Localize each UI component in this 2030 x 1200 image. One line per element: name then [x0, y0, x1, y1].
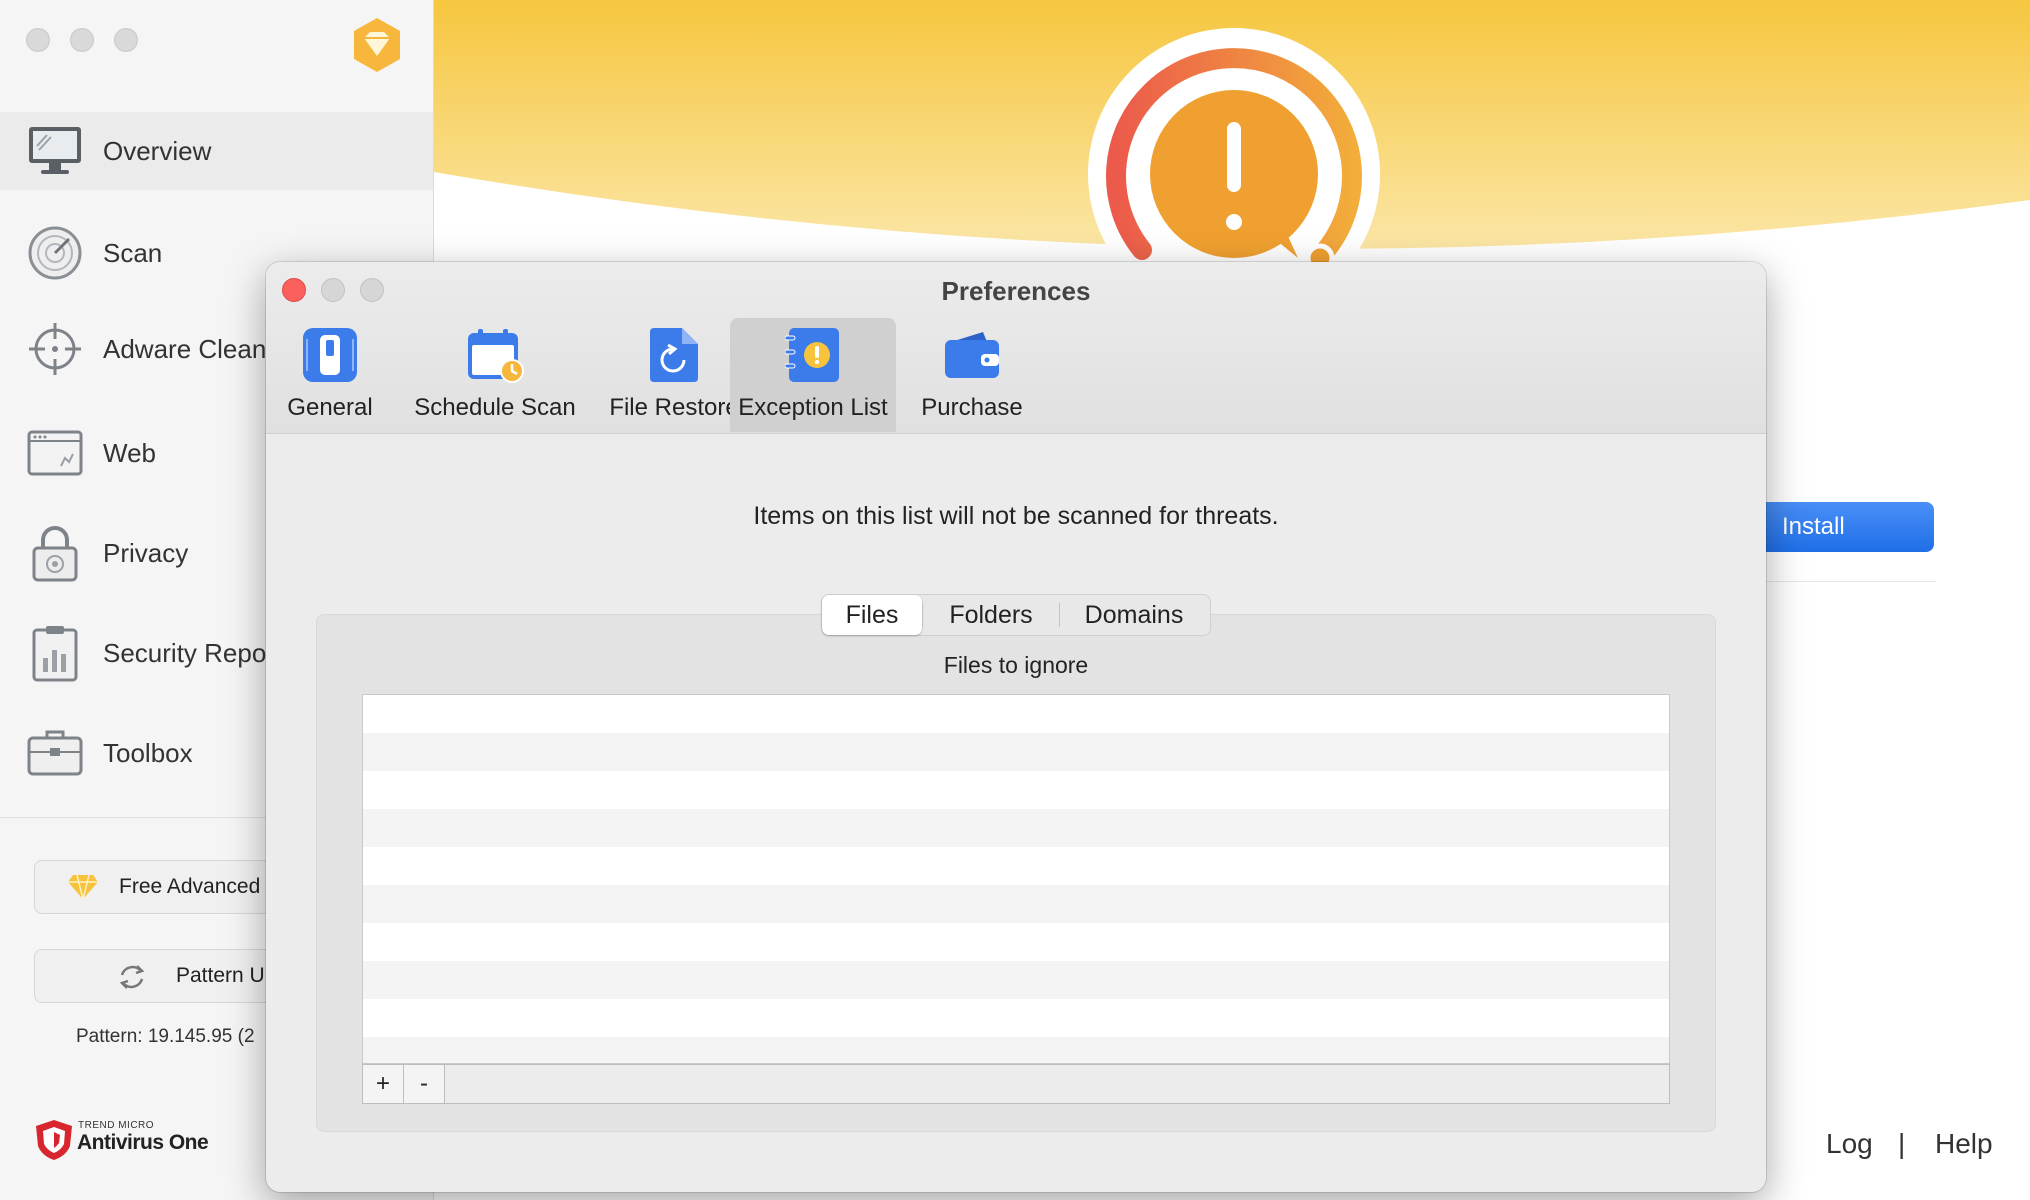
preferences-title: Preferences: [941, 276, 1091, 306]
list-row: [363, 999, 1669, 1037]
sidebar-item-label: Toolbox: [103, 737, 193, 768]
list-control-bar: + -: [362, 1064, 1670, 1104]
preferences-window: Preferences General Schedule Scan File R…: [266, 262, 1766, 1192]
pattern-update-label: Pattern U: [176, 964, 265, 987]
diamond-icon: [67, 873, 99, 907]
list-row: [363, 733, 1669, 771]
list-heading: Files to ignore: [943, 652, 1089, 678]
trend-micro-shield-icon: [34, 1118, 74, 1167]
content-divider: [1760, 581, 1936, 582]
add-item-button[interactable]: +: [363, 1065, 404, 1103]
sidebar-item-label: Security Repo: [103, 637, 267, 668]
exception-description: Items on this list will not be scanned f…: [753, 502, 1279, 530]
switch-icon: [301, 326, 359, 384]
tab-label: Exception List: [738, 394, 888, 421]
tab-schedule-scan[interactable]: Schedule Scan: [392, 318, 598, 432]
window-zoom-button[interactable]: [114, 28, 138, 52]
pattern-version-text: Pattern: 19.145.95 (2: [76, 1026, 255, 1047]
remove-item-button[interactable]: -: [404, 1065, 445, 1103]
sidebar-item-label: Privacy: [103, 537, 189, 568]
list-row: [363, 885, 1669, 923]
list-row: [363, 961, 1669, 999]
window-minimize-button[interactable]: [70, 28, 94, 52]
sidebar-item-overview[interactable]: Overview: [0, 112, 433, 190]
help-link[interactable]: Help: [1935, 1128, 1993, 1160]
lock-icon: [26, 524, 84, 582]
sidebar-item-label: Web: [103, 437, 156, 468]
tab-label: Purchase: [921, 394, 1023, 421]
segment-domains[interactable]: Domains: [1060, 595, 1208, 635]
list-row: [363, 1037, 1669, 1063]
toolbox-icon: [26, 724, 84, 782]
restore-icon: [645, 326, 703, 384]
segment-files[interactable]: Files: [822, 595, 922, 635]
list-row: [363, 695, 1669, 733]
tab-exception-list[interactable]: Exception List: [730, 318, 896, 432]
sidebar-item-label: Adware Clean: [103, 333, 267, 364]
refresh-icon: [117, 962, 147, 998]
free-advanced-label: Free Advanced: [119, 875, 261, 898]
list-row: [363, 923, 1669, 961]
radar-icon: [26, 224, 84, 282]
install-button[interactable]: Install: [1750, 502, 1934, 552]
list-row: [363, 809, 1669, 847]
tab-general[interactable]: General: [280, 318, 380, 432]
brand-product-name: Antivirus One: [77, 1131, 209, 1154]
tab-label: File Restore: [609, 394, 739, 421]
monitor-icon: [26, 122, 84, 180]
tab-label: General: [287, 394, 373, 421]
list-row: [363, 771, 1669, 809]
wallet-icon: [943, 326, 1001, 384]
window-close-button[interactable]: [26, 28, 50, 52]
browser-icon: [26, 424, 84, 482]
segment-folders[interactable]: Folders: [923, 595, 1059, 635]
calendar-icon: [466, 326, 524, 384]
sidebar-item-label: Scan: [103, 237, 163, 268]
link-separator: |: [1898, 1128, 1906, 1159]
crosshair-icon: [26, 320, 84, 378]
tab-label: Schedule Scan: [414, 394, 576, 421]
report-icon: [26, 624, 84, 682]
tab-purchase[interactable]: Purchase: [902, 318, 1042, 432]
files-to-ignore-list[interactable]: [362, 694, 1670, 1064]
sidebar-item-label: Overview: [103, 135, 212, 166]
premium-diamond-icon[interactable]: [350, 16, 404, 79]
exception-list-icon: [784, 326, 842, 384]
brand-company: TREND MICRO: [78, 1120, 155, 1131]
log-link[interactable]: Log: [1826, 1128, 1873, 1160]
segmented-control: Files Folders Domains: [821, 594, 1211, 636]
list-row: [363, 847, 1669, 885]
